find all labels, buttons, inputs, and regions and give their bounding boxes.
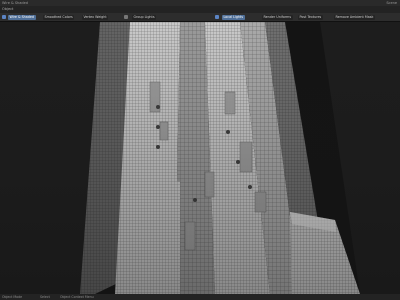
toolbar-post-textures[interactable]: Post Textures: [298, 14, 323, 20]
light-icon[interactable]: [215, 15, 219, 19]
menu-object[interactable]: Object: [2, 6, 13, 13]
app-window: Wire & Shaded Scene Object Wire & Shaded…: [0, 0, 400, 300]
status-mode: Object Mode: [2, 295, 23, 299]
status-bar: Object Mode Select Object Context Menu: [0, 294, 400, 300]
toolbar-vertex-weight[interactable]: Vertex Weight: [82, 14, 109, 20]
menu-bar: Object: [0, 6, 400, 13]
3d-viewport[interactable]: [0, 22, 400, 294]
toolbar-wire-shaded[interactable]: Wire & Shaded: [8, 14, 36, 20]
viewport-toolbar: Wire & Shaded Smoothed Colors Vertex Wei…: [0, 13, 400, 22]
status-context: Object Context Menu: [60, 295, 94, 299]
settings-icon[interactable]: [124, 15, 128, 19]
tower-mesh-render: [0, 22, 400, 294]
toolbar-smoothed-colors[interactable]: Smoothed Colors: [43, 14, 75, 20]
status-select: Select: [40, 295, 50, 299]
toolbar-group-lights[interactable]: Group Lights: [132, 14, 157, 20]
toolbar-render-uniforms[interactable]: Render Uniforms: [262, 14, 293, 20]
toolbar-remove-ambient-mask[interactable]: Remove Ambient Mask: [334, 14, 375, 20]
toolbar-local-lights[interactable]: Local Lights: [222, 14, 245, 20]
view-icon[interactable]: [2, 15, 6, 19]
